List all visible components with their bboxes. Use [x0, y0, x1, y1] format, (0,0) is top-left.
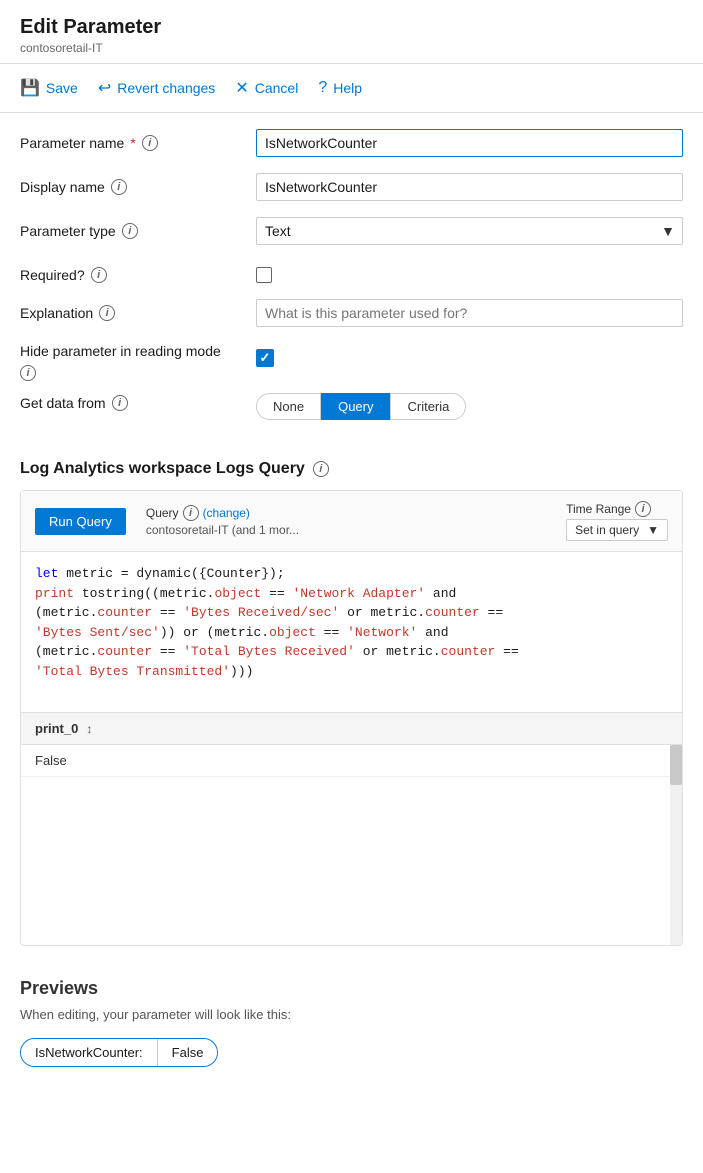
time-range-info-icon[interactable]: i — [635, 501, 651, 517]
save-button[interactable]: 💾 Save — [20, 74, 78, 102]
sort-icon[interactable]: ↕ — [86, 722, 92, 736]
parameter-name-control — [256, 129, 683, 157]
get-data-radio-group: None Query Criteria — [256, 389, 683, 420]
preview-pill-value: False — [157, 1039, 218, 1066]
form-section: Parameter name * i Display name i Parame… — [0, 113, 703, 452]
parameter-type-label: Parameter type i — [20, 217, 240, 239]
query-section-info-icon[interactable]: i — [313, 461, 329, 477]
parameter-type-info-icon[interactable]: i — [122, 223, 138, 239]
required-info-icon[interactable]: i — [91, 267, 107, 283]
explanation-control — [256, 299, 683, 327]
results-row: False — [21, 745, 682, 777]
previews-section: Previews When editing, your parameter wi… — [0, 962, 703, 1083]
help-button[interactable]: ? Help — [318, 75, 362, 101]
query-workspace: contosoretail-IT (and 1 mor... — [146, 523, 299, 537]
hide-param-control — [256, 343, 683, 367]
scrollbar-thumb[interactable] — [670, 745, 682, 785]
code-editor[interactable]: let metric = dynamic({Counter}); print t… — [21, 552, 682, 712]
revert-icon: ↩ — [98, 78, 111, 98]
page-subtitle: contosoretail-IT — [20, 41, 683, 55]
get-data-query-btn[interactable]: Query — [321, 393, 390, 420]
explanation-row: Explanation i — [20, 299, 683, 327]
run-query-button[interactable]: Run Query — [35, 508, 126, 535]
display-name-input[interactable] — [256, 173, 683, 201]
explanation-input[interactable] — [256, 299, 683, 327]
display-name-row: Display name i — [20, 173, 683, 201]
get-data-none-btn[interactable]: None — [256, 393, 321, 420]
hide-param-checkbox[interactable] — [256, 349, 274, 367]
required-control — [256, 261, 683, 283]
required-row: Required? i — [20, 261, 683, 283]
parameter-type-select-wrapper: Text ▼ — [256, 217, 683, 245]
hide-param-label-section: Hide parameter in reading mode i — [20, 343, 240, 381]
previews-title: Previews — [20, 978, 683, 999]
revert-button[interactable]: ↩ Revert changes — [98, 74, 215, 102]
previews-subtitle: When editing, your parameter will look l… — [20, 1007, 683, 1022]
hide-param-row: Hide parameter in reading mode i — [20, 343, 683, 381]
query-label-row: Query i (change) — [146, 505, 299, 521]
hide-param-label: Hide parameter in reading mode — [20, 343, 240, 359]
query-info: Query i (change) contosoretail-IT (and 1… — [146, 505, 299, 537]
page-header: Edit Parameter contosoretail-IT — [0, 0, 703, 64]
page-title: Edit Parameter — [20, 16, 683, 39]
preview-pill: IsNetworkCounter: False — [20, 1038, 218, 1067]
cancel-button[interactable]: ✕ Cancel — [235, 74, 298, 102]
results-header: print_0 ↕ — [21, 713, 682, 745]
scrollbar-track — [670, 745, 682, 945]
parameter-type-select[interactable]: Text — [256, 217, 683, 245]
query-label-info-icon[interactable]: i — [183, 505, 199, 521]
time-range-select[interactable]: Set in query ▼ — [566, 519, 668, 541]
time-range-label: Time Range i — [566, 501, 668, 517]
required-asterisk: * — [130, 135, 135, 151]
help-icon: ? — [318, 79, 327, 97]
hide-param-info: i — [20, 363, 240, 381]
query-section-title: Log Analytics workspace Logs Query i — [0, 452, 703, 490]
display-name-info-icon[interactable]: i — [111, 179, 127, 195]
results-table: print_0 ↕ False — [21, 712, 682, 945]
results-column-label: print_0 — [35, 721, 78, 736]
parameter-type-row: Parameter type i Text ▼ — [20, 217, 683, 245]
toolbar: 💾 Save ↩ Revert changes ✕ Cancel ? Help — [0, 64, 703, 113]
explanation-label: Explanation i — [20, 299, 240, 321]
get-data-label: Get data from i — [20, 389, 240, 411]
parameter-type-control: Text ▼ — [256, 217, 683, 245]
display-name-control — [256, 173, 683, 201]
explanation-info-icon[interactable]: i — [99, 305, 115, 321]
cancel-icon: ✕ — [235, 78, 248, 98]
get-data-info-icon[interactable]: i — [112, 395, 128, 411]
save-icon: 💾 — [20, 78, 40, 98]
get-data-criteria-btn[interactable]: Criteria — [390, 393, 466, 420]
display-name-label: Display name i — [20, 173, 240, 195]
get-data-control: None Query Criteria — [256, 389, 683, 420]
required-label: Required? i — [20, 261, 240, 283]
results-body[interactable]: False — [21, 745, 682, 945]
parameter-name-label: Parameter name * i — [20, 129, 240, 151]
query-header: Run Query Query i (change) contosoretail… — [21, 491, 682, 552]
parameter-name-info-icon[interactable]: i — [142, 135, 158, 151]
time-range-chevron-icon: ▼ — [647, 523, 659, 537]
parameter-name-row: Parameter name * i — [20, 129, 683, 157]
time-range: Time Range i Set in query ▼ — [566, 501, 668, 541]
required-checkbox[interactable] — [256, 267, 272, 283]
preview-pill-label: IsNetworkCounter: — [21, 1039, 157, 1066]
query-change-link[interactable]: (change) — [203, 506, 250, 520]
query-container: Run Query Query i (change) contosoretail… — [20, 490, 683, 946]
hide-param-info-icon[interactable]: i — [20, 365, 36, 381]
parameter-name-input[interactable] — [256, 129, 683, 157]
get-data-row: Get data from i None Query Criteria — [20, 389, 683, 420]
